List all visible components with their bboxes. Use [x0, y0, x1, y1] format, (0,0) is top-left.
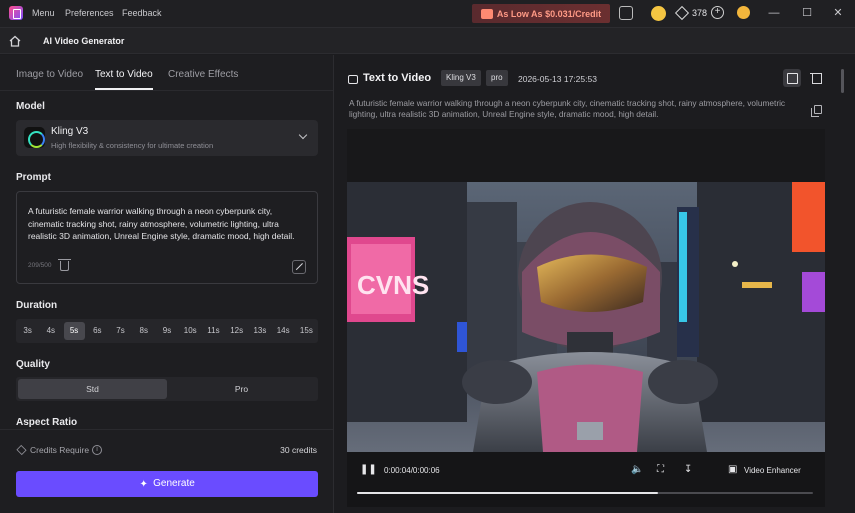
minimize-icon[interactable]: — [766, 5, 782, 21]
prompt-section-title: Prompt [16, 172, 51, 183]
user-avatar-icon[interactable] [737, 6, 750, 19]
fullscreen-icon[interactable]: ⛶ [657, 464, 664, 475]
diamond-icon [674, 5, 690, 21]
quality-selector: Std Pro [16, 377, 318, 401]
progress-fill [357, 492, 658, 494]
magic-wand-icon[interactable] [292, 260, 306, 274]
credits-icon [16, 444, 27, 456]
video-player[interactable]: CVNS ❚❚ 0:00:04/0:00:06 🔈 ⛶ ↧ ▣ Video En… [347, 129, 825, 507]
title-bar: Menu Preferences Feedback As Low As $0.0… [0, 0, 855, 27]
coin-icon[interactable] [651, 6, 666, 21]
duration-section-title: Duration [16, 300, 58, 311]
preferences-button[interactable]: Preferences [65, 8, 114, 18]
result-prompt: A futuristic female warrior walking thro… [349, 98, 786, 119]
generate-button[interactable]: ✦ Generate [16, 471, 318, 497]
settings-panel: Image to Video Text to Video Creative Ef… [0, 55, 334, 513]
model-name: Kling V3 [51, 126, 89, 137]
credits-require-value: 30 credits [280, 445, 317, 455]
page-title: AI Video Generator [43, 36, 125, 46]
prompt-input[interactable]: A futuristic female warrior walking thro… [16, 191, 318, 284]
duration-option-7s[interactable]: 7s [110, 322, 131, 340]
kling-logo-icon [24, 127, 45, 148]
result-title: Text to Video [363, 72, 432, 84]
quality-chip: pro [486, 70, 508, 86]
pause-icon[interactable]: ❚❚ [360, 464, 377, 475]
result-panel: Text to Video Kling V3 pro 2026-05-13 17… [335, 55, 855, 513]
duration-option-9s[interactable]: 9s [157, 322, 178, 340]
aspect-ratio-section-title: Aspect Ratio [16, 417, 78, 428]
model-description: High flexibility & consistency for ultim… [51, 141, 214, 150]
svg-text:CVNS: CVNS [357, 270, 429, 300]
generate-label: Generate [153, 478, 195, 489]
clear-prompt-icon[interactable] [58, 259, 71, 271]
video-enhancer-button[interactable]: Video Enhancer [744, 466, 801, 475]
home-icon[interactable] [8, 34, 22, 48]
duration-option-12s[interactable]: 12s [226, 322, 247, 340]
edit-button[interactable] [783, 69, 801, 87]
cyberpunk-warrior-image: CVNS [347, 182, 825, 452]
progress-bar[interactable] [357, 492, 813, 494]
delete-button[interactable] [807, 69, 825, 87]
duration-option-4s[interactable]: 4s [40, 322, 61, 340]
app-logo-icon [9, 6, 23, 20]
add-credits-icon[interactable]: + [711, 6, 724, 19]
video-frame[interactable]: CVNS [347, 182, 825, 452]
copy-icon[interactable] [811, 105, 822, 117]
prompt-char-count: 209/500 [28, 262, 52, 269]
prompt-text[interactable]: A futuristic female warrior walking thro… [28, 205, 310, 243]
chat-icon[interactable] [619, 6, 633, 20]
credits-require-label: Credits Require [30, 445, 90, 455]
duration-option-6s[interactable]: 6s [87, 322, 108, 340]
maximize-icon[interactable]: ☐ [799, 5, 815, 21]
sparkle-icon: ✦ [139, 479, 148, 490]
player-controls: ❚❚ 0:00:04/0:00:06 🔈 ⛶ ↧ ▣ Video Enhance… [347, 452, 825, 507]
credits-balance: 378 [692, 8, 708, 18]
scrollbar[interactable] [841, 69, 844, 93]
duration-option-13s[interactable]: 13s [249, 322, 270, 340]
promo-banner[interactable]: As Low As $0.031/Credit [472, 4, 610, 23]
nav-bar: AI Video Generator [0, 27, 855, 54]
playback-time: 0:00:04/0:00:06 [384, 466, 440, 475]
menu-button[interactable]: Menu [32, 8, 55, 18]
tab-image-to-video[interactable]: Image to Video [16, 69, 83, 80]
tab-text-to-video[interactable]: Text to Video [95, 69, 153, 80]
generate-footer: Credits Require i 30 credits ✦ Generate [0, 429, 333, 513]
quality-option-std[interactable]: Std [18, 379, 167, 399]
video-enhancer-icon[interactable]: ▣ [728, 464, 737, 475]
model-select[interactable]: Kling V3 High flexibility & consistency … [16, 120, 318, 156]
duration-option-14s[interactable]: 14s [273, 322, 294, 340]
video-icon [348, 75, 358, 84]
result-timestamp: 2026-05-13 17:25:53 [518, 74, 597, 84]
duration-option-5s[interactable]: 5s [63, 322, 85, 340]
volume-icon[interactable]: 🔈 [631, 464, 643, 475]
gift-icon [480, 8, 493, 19]
promo-text: As Low As $0.031/Credit [496, 8, 602, 19]
duration-option-11s[interactable]: 11s [203, 322, 224, 340]
quality-section-title: Quality [16, 359, 50, 370]
model-chip: Kling V3 [441, 70, 481, 86]
tab-creative-effects[interactable]: Creative Effects [168, 69, 238, 80]
close-icon[interactable]: ✕ [830, 5, 846, 21]
model-section-title: Model [16, 101, 45, 112]
feedback-button[interactable]: Feedback [122, 8, 162, 18]
duration-option-15s[interactable]: 15s [296, 322, 317, 340]
tabs-divider [0, 90, 333, 91]
quality-option-pro[interactable]: Pro [167, 379, 316, 399]
duration-option-3s[interactable]: 3s [17, 322, 38, 340]
duration-option-8s[interactable]: 8s [133, 322, 154, 340]
duration-option-10s[interactable]: 10s [180, 322, 201, 340]
info-icon[interactable]: i [92, 445, 102, 455]
chevron-down-icon[interactable] [298, 130, 308, 140]
download-icon[interactable]: ↧ [684, 464, 692, 475]
app-window: Menu Preferences Feedback As Low As $0.0… [0, 0, 855, 513]
duration-selector: 3s 4s 5s 6s 7s 8s 9s 10s 11s 12s 13s 14s 15s [16, 319, 318, 343]
